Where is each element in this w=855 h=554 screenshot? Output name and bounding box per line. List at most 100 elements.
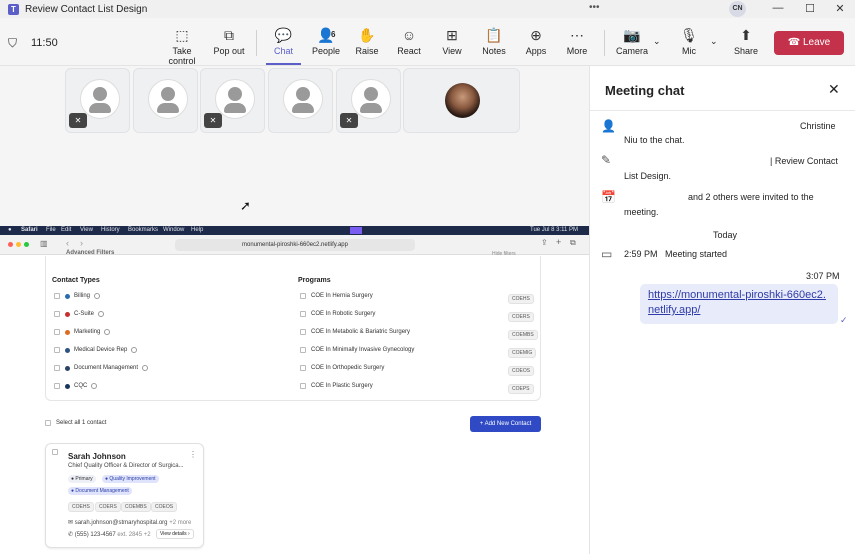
card-menu-icon: ⋮ bbox=[189, 450, 197, 459]
contact-type-row: Document Management bbox=[54, 365, 149, 371]
menu-app-name: Safari bbox=[21, 227, 38, 233]
leave-button[interactable]: ☎ Leave bbox=[774, 31, 844, 55]
program-row: COE In Robotic Surgery bbox=[300, 311, 375, 317]
more-label: More bbox=[566, 46, 588, 56]
react-icon: ☺ bbox=[401, 27, 417, 43]
close-window-button[interactable]: ✕ bbox=[833, 2, 847, 15]
chat-event-text: | Review Contact bbox=[770, 156, 838, 166]
contact-name: Sarah Johnson bbox=[68, 452, 126, 461]
chat-title: Meeting chat bbox=[605, 83, 685, 98]
participant-tile[interactable] bbox=[133, 68, 198, 133]
info-icon bbox=[131, 347, 138, 353]
email-more: +2 more bbox=[169, 520, 192, 526]
participant-tile[interactable]: ✕ bbox=[200, 68, 265, 133]
checkbox bbox=[300, 293, 306, 299]
toolbar-divider bbox=[604, 30, 605, 56]
close-chat-icon[interactable]: ✕ bbox=[828, 81, 840, 98]
contact-type-row: Medical Device Rep bbox=[54, 347, 138, 353]
type-color-dot bbox=[65, 311, 70, 317]
new-tab-icon: + bbox=[556, 237, 562, 247]
contact-type-row: Marketing bbox=[54, 329, 111, 335]
info-icon bbox=[142, 365, 149, 371]
menu-item: View bbox=[80, 227, 93, 233]
program-label: COE In Plastic Surgery bbox=[311, 383, 373, 389]
minimize-button[interactable]: — bbox=[771, 2, 785, 14]
notes-button[interactable]: 📋 Notes bbox=[479, 26, 509, 56]
chat-active-indicator bbox=[266, 63, 301, 65]
participant-tile[interactable] bbox=[268, 68, 333, 133]
chat-label: Chat bbox=[273, 46, 293, 56]
pop-out-label: Pop out bbox=[213, 46, 245, 56]
raise-hand-button[interactable]: ✋ Raise bbox=[352, 26, 382, 56]
program-label: COE In Orthopedic Surgery bbox=[311, 365, 385, 371]
camera-chevron-down-icon[interactable]: ⌄ bbox=[653, 36, 661, 47]
camera-button[interactable]: 📷 Camera bbox=[614, 26, 650, 56]
contact-email: sarah.johnson@stmaryhospital.org bbox=[74, 520, 168, 526]
share-button[interactable]: ⬆ Share bbox=[732, 26, 760, 56]
day-separator: Today bbox=[713, 230, 738, 240]
react-button[interactable]: ☺ React bbox=[394, 26, 424, 56]
window-title: Review Contact List Design bbox=[25, 3, 148, 15]
zoom-dot-icon bbox=[24, 242, 29, 247]
contact-checkbox bbox=[52, 449, 58, 455]
more-button[interactable]: ⋯ More bbox=[562, 26, 592, 56]
meeting-timer: 11:50 bbox=[31, 37, 58, 49]
meeting-toolbar: ⛉ 11:50 ⬚ Take control ⧉ Pop out 💬 Chat 👤 Pe… bbox=[0, 18, 855, 66]
participant-tile[interactable]: ✕ bbox=[65, 68, 130, 133]
shared-screen: ● Safari File Edit View History Bookmark… bbox=[0, 226, 589, 554]
apps-button[interactable]: ⊕ Apps bbox=[521, 26, 551, 56]
sidebar-toggle-icon: ▥ bbox=[40, 239, 48, 248]
mic-muted-icon: ✕ bbox=[204, 113, 222, 128]
pop-out-icon: ⧉ bbox=[224, 27, 234, 43]
contact-types-title: Contact Types bbox=[52, 277, 100, 284]
card-program-code: COERS bbox=[95, 502, 121, 512]
participant-photo bbox=[445, 83, 480, 118]
toolbar-divider bbox=[256, 30, 257, 56]
program-row: COE In Orthopedic Surgery bbox=[300, 365, 384, 371]
select-all-row: Select all 1 contact bbox=[45, 420, 106, 426]
info-icon bbox=[98, 311, 105, 317]
mic-chevron-down-icon[interactable]: ⌄ bbox=[710, 36, 718, 47]
contact-type-label: Document Management bbox=[74, 365, 139, 371]
take-control-icon: ⬚ bbox=[175, 27, 189, 43]
contact-type-label: Marketing bbox=[74, 329, 101, 335]
phone-row: ✆ (555) 123-4567 ext. 2845 +2 bbox=[68, 531, 151, 538]
phone-ext: ext. 2845 bbox=[117, 532, 143, 538]
chat-divider bbox=[590, 110, 855, 111]
checkbox bbox=[300, 383, 306, 389]
info-icon bbox=[91, 383, 98, 389]
maximize-button[interactable]: ☐ bbox=[803, 2, 817, 15]
checkbox bbox=[300, 365, 306, 371]
email-row: ✉ sarah.johnson@stmaryhospital.org +2 mo… bbox=[68, 519, 191, 526]
edit-pencil-icon: ✎ bbox=[601, 153, 612, 167]
participant-tile-video[interactable] bbox=[403, 68, 520, 133]
pop-out-button[interactable]: ⧉ Pop out bbox=[212, 26, 246, 56]
message-link-text[interactable]: https://monumental-piroshki-660ec2.netli… bbox=[648, 289, 826, 316]
type-color-dot bbox=[65, 383, 70, 389]
checkbox bbox=[300, 329, 306, 335]
people-button[interactable]: 👤 People bbox=[309, 26, 343, 56]
checkbox bbox=[54, 293, 60, 299]
mic-button[interactable]: 🎙 Mic bbox=[676, 26, 702, 56]
info-icon bbox=[104, 329, 111, 335]
menu-item: Help bbox=[191, 227, 204, 233]
program-label: COE In Metabolic & Bariatric Surgery bbox=[311, 329, 411, 335]
avatar-placeholder-icon bbox=[283, 79, 323, 119]
type-color-dot bbox=[65, 365, 70, 371]
filters-title: Advanced Filters bbox=[66, 250, 115, 256]
chat-button[interactable]: 💬 Chat bbox=[266, 26, 301, 56]
chat-message-link[interactable]: https://monumental-piroshki-660ec2.netli… bbox=[640, 284, 838, 324]
view-button[interactable]: ⊞ View bbox=[437, 26, 467, 56]
address-bar-url: monumental-piroshki-660ec2.netlify.app bbox=[242, 242, 348, 248]
camera-off-icon: 📷 bbox=[623, 27, 641, 43]
program-label: COE In Hernia Surgery bbox=[311, 293, 373, 299]
participant-tile[interactable]: ✕ bbox=[336, 68, 401, 133]
mic-icon: 🎙 bbox=[680, 27, 698, 43]
more-options-icon[interactable]: ••• bbox=[589, 2, 600, 13]
contact-phone: (555) 123-4567 bbox=[74, 532, 116, 538]
take-control-button[interactable]: ⬚ Take control bbox=[158, 26, 206, 66]
user-avatar[interactable]: CN bbox=[729, 1, 746, 17]
more-icon: ⋯ bbox=[570, 27, 584, 43]
checkbox bbox=[300, 311, 306, 317]
screen-share-indicator-icon bbox=[350, 227, 362, 234]
